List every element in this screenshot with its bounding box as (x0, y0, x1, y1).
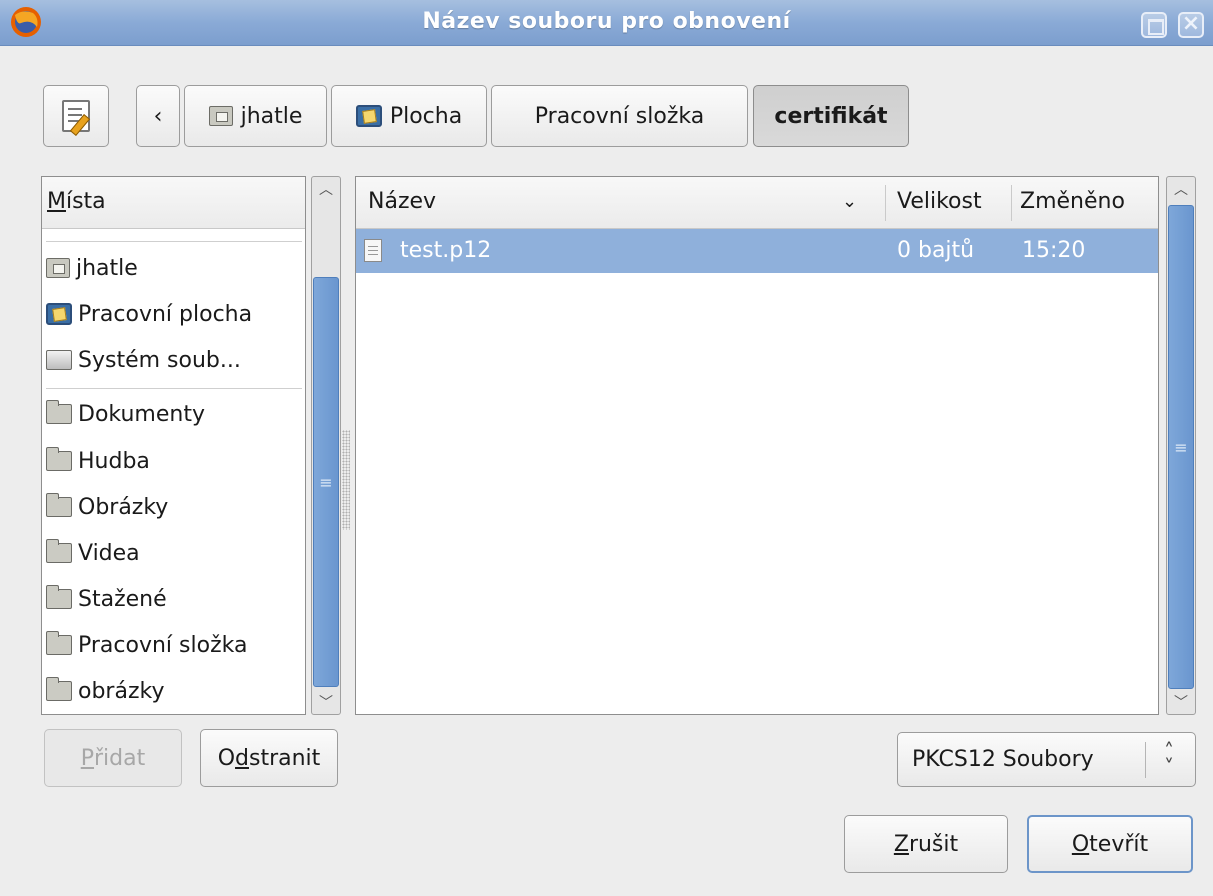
place-label: Videa (78, 540, 140, 566)
place-label: obrázky (78, 678, 165, 704)
window-title: Název souboru pro obnovení (422, 9, 791, 34)
file-list: Název ⌄ Velikost Změněno test.p12 0 bajt… (355, 176, 1159, 715)
folder-icon (46, 631, 72, 655)
places-panel: Místa jhatle Pracovní plocha Systém soub… (41, 176, 306, 715)
cancel-label-rest: rušit (908, 831, 959, 857)
desktop-icon (46, 303, 72, 325)
place-label: jhatle (76, 255, 138, 281)
place-label: Stažené (78, 586, 167, 612)
places-scrollbar[interactable]: ︿ ≡ ﹀ (311, 176, 341, 715)
path-crumb-label: Plocha (389, 103, 463, 129)
place-label: Pracovní plocha (78, 301, 253, 327)
home-folder-icon (46, 258, 70, 278)
drive-icon (46, 350, 72, 370)
file-modified: 15:20 (1022, 238, 1086, 263)
folder-icon (46, 493, 72, 517)
places-header[interactable]: Místa (42, 177, 305, 229)
file-list-scroll-thumb[interactable]: ≡ (1168, 205, 1194, 689)
title-bar: Název souboru pro obnovení × (0, 0, 1213, 46)
place-label: Dokumenty (78, 401, 205, 427)
add-label-rest: řidat (94, 745, 146, 771)
place-item-videa[interactable]: Videa (46, 533, 140, 573)
places-scroll-thumb[interactable]: ≡ (313, 277, 339, 687)
place-item-pracovni-slozka[interactable]: Pracovní složka (46, 625, 247, 665)
open-label-rest: tevřít (1089, 831, 1149, 857)
path-crumb-plocha[interactable]: Plocha (331, 85, 487, 147)
place-item-obrazky-lower[interactable]: obrázky (46, 671, 164, 711)
path-crumb-certifikat[interactable]: certifikát (753, 85, 909, 147)
close-icon: × (1181, 11, 1201, 36)
scroll-down-icon[interactable]: ﹀ (312, 690, 340, 714)
sort-descending-icon[interactable]: ⌄ (842, 191, 857, 212)
scroll-up-icon[interactable]: ︿ (1167, 177, 1195, 201)
column-separator (885, 185, 886, 221)
place-item-system-souboru[interactable]: Systém soub... (46, 340, 241, 380)
folder-icon (46, 585, 72, 609)
path-crumb-label: Pracovní složka (534, 103, 705, 129)
maximize-button[interactable] (1141, 12, 1167, 38)
chevron-left-icon: ‹ (153, 103, 163, 129)
remove-label-pre: O (217, 745, 236, 771)
filter-value: PKCS12 Soubory (912, 747, 1094, 772)
place-label: Pracovní složka (78, 632, 248, 658)
place-item-dokumenty[interactable]: Dokumenty (46, 394, 205, 434)
place-label: Systém soub... (78, 347, 241, 373)
file-type-filter[interactable]: PKCS12 Soubory ˄ ˅ (897, 732, 1196, 787)
column-separator (1011, 185, 1012, 221)
place-item-obrazky[interactable]: Obrázky (46, 487, 168, 527)
folder-icon (46, 447, 72, 471)
cancel-mnemonic: Z (893, 831, 909, 857)
column-size[interactable]: Velikost (897, 189, 982, 214)
remove-label-rest: stranit (249, 745, 321, 771)
type-location-button[interactable] (43, 85, 109, 147)
cancel-button[interactable]: Zrušit (844, 815, 1008, 873)
place-item-pracovni-plocha[interactable]: Pracovní plocha (46, 294, 252, 334)
home-folder-icon (208, 106, 233, 126)
remove-mnemonic: d (235, 745, 249, 771)
open-mnemonic: O (1071, 831, 1090, 857)
places-header-mnemonic: M (47, 189, 66, 214)
document-icon (364, 239, 382, 262)
remove-place-button[interactable]: Od stranit (200, 729, 338, 787)
file-list-scrollbar[interactable]: ︿ ≡ ﹀ (1166, 176, 1196, 715)
places-separator (46, 241, 302, 242)
file-list-header: Název ⌄ Velikost Změněno (356, 177, 1158, 229)
place-item-hudba[interactable]: Hudba (46, 441, 150, 481)
path-crumb-label: jhatle (240, 103, 303, 129)
places-header-rest: ísta (65, 189, 106, 214)
close-button[interactable]: × (1178, 11, 1204, 38)
open-button[interactable]: Otevřít (1027, 815, 1193, 873)
desktop-icon (355, 105, 382, 127)
file-size: 0 bajtů (897, 238, 975, 263)
place-label: Hudba (78, 448, 150, 474)
path-crumb-pracovni-slozka[interactable]: Pracovní složka (491, 85, 748, 147)
column-name[interactable]: Název (368, 189, 436, 214)
scroll-up-icon[interactable]: ︿ (312, 177, 340, 201)
path-crumb-label: certifikát (774, 103, 888, 129)
scroll-down-icon[interactable]: ﹀ (1167, 690, 1195, 714)
place-label: Obrázky (78, 494, 169, 520)
folder-icon (46, 400, 72, 424)
file-name: test.p12 (400, 238, 492, 263)
add-mnemonic: P (80, 745, 95, 771)
places-separator (46, 388, 302, 389)
file-row[interactable]: test.p12 0 bajtů 15:20 (356, 229, 1158, 273)
place-item-stazene[interactable]: Stažené (46, 579, 167, 619)
combo-divider (1145, 742, 1146, 778)
folder-icon (46, 677, 72, 701)
add-place-button[interactable]: Přidat (44, 729, 182, 787)
folder-icon (46, 539, 72, 563)
edit-icon (62, 100, 90, 132)
place-item-jhatle[interactable]: jhatle (46, 248, 138, 288)
pane-splitter[interactable] (342, 430, 350, 530)
path-crumb-jhatle[interactable]: jhatle (184, 85, 327, 147)
up-down-arrows-icon: ˄ ˅ (1164, 739, 1174, 779)
path-back-button[interactable]: ‹ (136, 85, 180, 147)
column-modified[interactable]: Změněno (1020, 189, 1125, 214)
